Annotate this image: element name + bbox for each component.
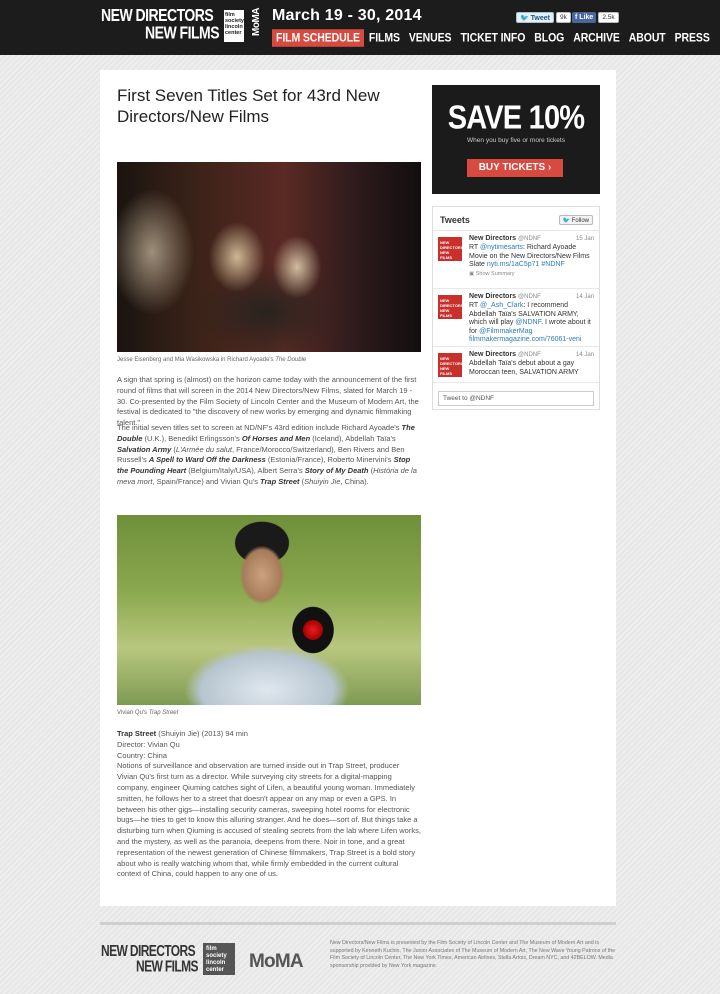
tweet-text: RT @nytimesarts: Richard Ayoade Movie on… — [469, 244, 590, 277]
url-link[interactable]: filmmakermagazine.com/76061-veni — [469, 336, 581, 343]
nav-venues[interactable]: VENUES — [405, 29, 456, 47]
tweet-text: Abdellah Taïa's debut about a gay Morocc… — [469, 360, 579, 376]
twitter-icon: 🐦 — [520, 15, 529, 22]
film-title: Trap Street — [117, 729, 157, 738]
mention-link[interactable]: @FilmmakerMag — [479, 328, 532, 335]
footer-divider — [100, 922, 616, 925]
film-synopsis: Notions of surveillance and observation … — [117, 761, 421, 879]
article: First Seven Titles Set for 43rd New Dire… — [117, 85, 421, 878]
film-details: Trap Street (Shuiyin Jie) (2013) 94 min … — [117, 729, 421, 880]
nav-press[interactable]: PRESS — [671, 29, 714, 47]
tweets-heading: Tweets — [440, 215, 470, 225]
nav-archive[interactable]: ARCHIVE — [569, 29, 624, 47]
twitter-icon: 🐦 — [562, 218, 570, 224]
fslc-logo: film society lincoln center — [224, 10, 244, 42]
follow-button[interactable]: 🐦 Follow — [558, 215, 593, 225]
mention-link[interactable]: @nytimesarts — [480, 244, 523, 251]
ndnf-avatar[interactable]: NEW DIRECTORS NEW FILMS — [438, 237, 463, 261]
tweet-item[interactable]: NEW DIRECTORS NEW FILMS New Directors @N… — [433, 289, 599, 347]
tweet-button[interactable]: 🐦 Tweet — [516, 12, 554, 23]
tweet-to-input[interactable]: Tweet to @NDNF — [438, 391, 594, 406]
tweet-item[interactable]: NEW DIRECTORS NEW FILMS New Directors @N… — [433, 231, 599, 289]
tweets-header: Tweets 🐦 Follow — [433, 207, 599, 231]
url-link[interactable]: nyti.ms/1aC5p71 #NDNF — [487, 261, 565, 268]
save-ad-banner[interactable]: SAVE 10% When you buy five or more ticke… — [432, 85, 600, 194]
site-logo[interactable]: NEW DIRECTORS NEW FILMS film society lin… — [101, 6, 271, 48]
intro-paragraph: A sign that spring is (almost) on the ho… — [117, 375, 419, 428]
moma-logo: MoMA — [251, 8, 262, 36]
tweet-widget[interactable]: 🐦 Tweet 9k — [516, 12, 571, 23]
footer-sponsor-text: New Directors/New Films is presented by … — [330, 940, 616, 969]
buy-tickets-button[interactable]: BUY TICKETS › — [467, 159, 563, 177]
mention-link[interactable]: @NDNF — [515, 319, 541, 326]
photo-caption-1: Jesse Eisenberg and Mia Wasikowska in Ri… — [117, 357, 307, 363]
tweet-count: 9k — [556, 12, 571, 23]
film-country: Country: China — [117, 750, 168, 760]
film-director: Director: Vivian Qu — [117, 739, 180, 749]
film-heading: Trap Street (Shuiyin Jie) (2013) 94 min — [117, 729, 421, 740]
article-title: First Seven Titles Set for 43rd New Dire… — [117, 86, 380, 126]
the-double-still-image — [117, 162, 421, 352]
content-panel: First Seven Titles Set for 43rd New Dire… — [100, 70, 616, 906]
ndnf-avatar[interactable]: NEW DIRECTORS NEW FILMS — [438, 295, 463, 319]
nav-about[interactable]: ABOUT — [625, 29, 670, 47]
facebook-icon: f — [575, 14, 578, 21]
tweet-text: RT @_Ash_Clark: I recommend Abdellah Taï… — [469, 302, 591, 343]
tweet-author[interactable]: New Directors @NDNF — [469, 235, 541, 242]
ad-headline: SAVE 10% — [447, 99, 585, 137]
tweet-date[interactable]: 14 Jan — [576, 294, 594, 300]
twitter-feed: Tweets 🐦 Follow NEW DIRECTORS NEW FILMS … — [432, 206, 600, 410]
site-header: NEW DIRECTORS NEW FILMS film society lin… — [0, 0, 720, 55]
logo-line1: NEW DIRECTORS — [101, 4, 214, 25]
like-widget[interactable]: f Like 2.5k — [572, 12, 619, 23]
film-meta: (Shuiyin Jie) (2013) 94 min — [156, 729, 248, 738]
mention-link[interactable]: @_Ash_Clark — [480, 302, 523, 309]
tweet-author[interactable]: New Directors @NDNF — [469, 351, 541, 358]
footer-fslc-logo[interactable]: film society lincoln center — [203, 943, 235, 975]
ndnf-logo: NEW DIRECTORS NEW FILMS — [101, 4, 220, 43]
main-nav: FILM SCHEDULE FILMS VENUES TICKET INFO B… — [272, 29, 715, 47]
footer-moma-logo[interactable]: MoMA — [249, 951, 304, 973]
show-summary-link[interactable]: ▣ Show Summary — [469, 271, 515, 277]
logo-line2: NEW FILMS — [145, 22, 220, 43]
trap-street-still-image — [117, 515, 421, 705]
tweet-date[interactable]: 15 Jan — [576, 236, 594, 242]
like-count: 2.5k — [598, 12, 619, 23]
nav-ticket-info[interactable]: TICKET INFO — [456, 29, 529, 47]
nav-film-schedule[interactable]: FILM SCHEDULE — [272, 29, 364, 47]
like-button[interactable]: f Like — [572, 12, 597, 23]
tweet-item[interactable]: NEW DIRECTORS NEW FILMS New Directors @N… — [433, 347, 599, 383]
ndnf-avatar[interactable]: NEW DIRECTORS NEW FILMS — [438, 353, 463, 377]
nav-blog[interactable]: BLOG — [530, 29, 568, 47]
footer-ndnf-logo[interactable]: NEW DIRECTORS NEW FILMS — [101, 943, 199, 974]
photo-caption-2: Vivian Qu's Trap Street — [117, 710, 179, 716]
tweet-date[interactable]: 14 Jan — [576, 352, 594, 358]
festival-dates: March 19 - 30, 2014 — [272, 7, 422, 24]
titles-paragraph: The initial seven titles set to screen a… — [117, 423, 417, 486]
nav-films[interactable]: FILMS — [365, 29, 404, 47]
tweet-author[interactable]: New Directors @NDNF — [469, 293, 541, 300]
ad-subtext: When you buy five or more tickets — [467, 137, 565, 144]
